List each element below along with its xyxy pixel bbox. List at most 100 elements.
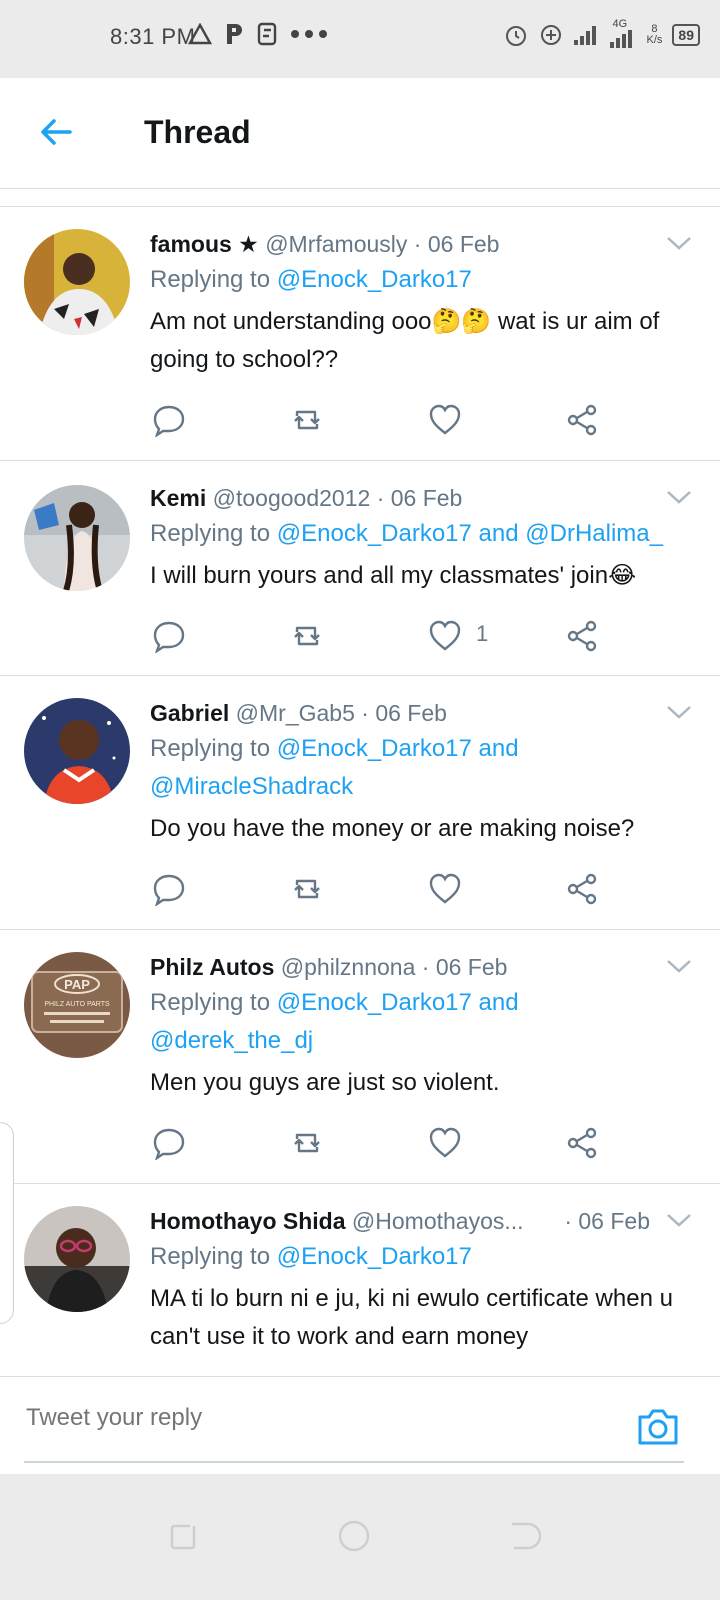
retweet-icon[interactable] xyxy=(290,1126,324,1160)
replying-to: Replying to @Enock_Darko17 xyxy=(150,266,472,293)
chevron-down-icon[interactable] xyxy=(666,489,692,505)
reply-composer xyxy=(0,1376,720,1475)
reply-icon[interactable] xyxy=(152,872,186,906)
tweet-header: Kemi @toogood2012 · 06 Feb xyxy=(150,481,690,515)
tweet-content: Philz Autos @philznnona · 06 Feb Replyin… xyxy=(150,950,690,1102)
retweet-icon[interactable] xyxy=(290,872,324,906)
like-icon[interactable] xyxy=(428,619,462,653)
user-name[interactable]: Gabriel xyxy=(150,700,229,726)
user-name[interactable]: famous ★ xyxy=(150,231,259,257)
replying-to: Replying to @Enock_Darko17 xyxy=(150,1243,472,1270)
tweet-content: famous ★ @Mrfamously · 06 Feb Replying t… xyxy=(150,227,690,379)
nav-recents-icon[interactable] xyxy=(166,1518,202,1554)
mention-link[interactable]: @Enock_Darko17 and xyxy=(277,735,519,762)
tweet-header: Homothayo Shida @Homothayos... · 06 Feb xyxy=(150,1204,690,1238)
status-bar: 8:31 PM 4G 8 K/s 89 xyxy=(0,0,720,78)
like-count: 1 xyxy=(476,621,489,646)
like-icon[interactable] xyxy=(428,1126,462,1160)
reply-input[interactable] xyxy=(24,1403,588,1433)
tweet-item[interactable]: Gabriel @Mr_Gab5 · 06 Feb Replying to @E… xyxy=(0,676,720,930)
tweet-date: · 06 Feb xyxy=(361,700,447,726)
app-notification-icon xyxy=(257,22,277,46)
chevron-down-icon[interactable] xyxy=(666,704,692,720)
tweet-content: Homothayo Shida @Homothayos... · 06 Feb … xyxy=(150,1204,690,1356)
chevron-down-icon[interactable] xyxy=(666,958,692,974)
tweet-content: Gabriel @Mr_Gab5 · 06 Feb Replying to @E… xyxy=(150,696,690,848)
tweet-item[interactable]: PAP PHILZ AUTO PARTS Philz Autos @philzn… xyxy=(0,930,720,1184)
user-handle[interactable]: @philznnona xyxy=(281,954,416,980)
user-handle[interactable]: @Mrfamously xyxy=(265,231,407,257)
notification-icons xyxy=(188,22,330,46)
warning-triangle-icon xyxy=(188,23,212,45)
edge-panel-handle[interactable] xyxy=(0,1122,14,1324)
tweet-actions xyxy=(0,872,720,906)
mention-link[interactable]: @Enock_Darko17 xyxy=(277,1243,472,1270)
share-icon[interactable] xyxy=(566,619,600,653)
chevron-down-icon[interactable] xyxy=(666,235,692,251)
avatar[interactable]: PAP PHILZ AUTO PARTS xyxy=(24,952,130,1058)
share-icon[interactable] xyxy=(566,403,600,437)
tweet-header: Gabriel @Mr_Gab5 · 06 Feb xyxy=(150,696,690,730)
user-name[interactable]: Kemi xyxy=(150,485,206,511)
replying-to: Replying to @Enock_Darko17 and @MiracleS… xyxy=(150,735,519,800)
tweet-date: · 06 Feb xyxy=(376,485,463,511)
tweet-item[interactable]: famous ★ @Mrfamously · 06 Feb Replying t… xyxy=(0,207,720,461)
philz-autos-logo: PAP PHILZ AUTO PARTS xyxy=(24,952,130,1058)
like-icon[interactable] xyxy=(428,872,462,906)
user-handle[interactable]: @Mr_Gab5 xyxy=(236,700,355,726)
tweet-actions xyxy=(0,1126,720,1160)
status-time: 8:31 PM xyxy=(110,24,196,49)
tweet-text: Do you have the money or are making nois… xyxy=(150,815,635,842)
page-title: Thread xyxy=(144,114,251,150)
more-dots-icon xyxy=(291,30,327,38)
reply-icon[interactable] xyxy=(152,619,186,653)
mention-link[interactable]: @Enock_Darko17 and xyxy=(277,989,519,1016)
tweet-date: · 06 Feb xyxy=(421,954,508,980)
back-arrow-icon[interactable] xyxy=(36,112,76,152)
nav-home-icon[interactable] xyxy=(336,1518,372,1554)
signal-4g-icon: 4G xyxy=(609,18,637,48)
svg-text:PAP: PAP xyxy=(64,977,90,992)
p-app-icon xyxy=(227,24,242,44)
avatar[interactable] xyxy=(24,229,130,335)
battery-icon: 89 xyxy=(672,24,700,46)
tweet-item[interactable]: Kemi @toogood2012 · 06 Feb Replying to @… xyxy=(0,461,720,676)
tweet-text: I will burn yours and all my classmates'… xyxy=(150,562,637,589)
tweet-content: Kemi @toogood2012 · 06 Feb Replying to @… xyxy=(150,481,690,595)
mention-link[interactable]: @MiracleShadrack xyxy=(150,773,353,800)
user-name[interactable]: Philz Autos xyxy=(150,954,274,980)
system-nav-bar xyxy=(0,1474,720,1600)
tweet-text: MA ti lo burn ni e ju, ki ni ewulo certi… xyxy=(150,1285,673,1350)
like-icon[interactable] xyxy=(428,403,462,437)
retweet-icon[interactable] xyxy=(290,403,324,437)
reply-list: famous ★ @Mrfamously · 06 Feb Replying t… xyxy=(0,206,720,1380)
user-handle[interactable]: @Homothayos... xyxy=(352,1208,524,1234)
mention-link[interactable]: @derek_the_dj xyxy=(150,1027,313,1054)
tweet-text: Am not understanding ooo🤔🤔 wat is ur aim… xyxy=(150,308,660,373)
share-icon[interactable] xyxy=(566,872,600,906)
alarm-icon xyxy=(505,26,526,46)
data-saver-icon xyxy=(540,25,561,45)
avatar[interactable] xyxy=(24,485,130,591)
tweet-header: famous ★ @Mrfamously · 06 Feb xyxy=(150,227,690,261)
retweet-icon[interactable] xyxy=(290,619,324,653)
replying-to: Replying to @Enock_Darko17 and @derek_th… xyxy=(150,989,519,1054)
user-handle[interactable]: @toogood2012 xyxy=(213,485,371,511)
tweet-date: · 06 Feb xyxy=(564,1208,650,1234)
avatar[interactable] xyxy=(24,698,130,804)
chevron-down-icon[interactable] xyxy=(666,1212,692,1228)
reply-icon[interactable] xyxy=(152,1126,186,1160)
thread-header: Thread xyxy=(0,78,720,189)
tweet-date: · 06 Feb xyxy=(413,231,500,257)
mention-link[interactable]: @Enock_Darko17 xyxy=(277,266,472,293)
reply-icon[interactable] xyxy=(152,403,186,437)
camera-icon[interactable] xyxy=(636,1407,680,1447)
tweet-item[interactable]: Homothayo Shida @Homothayos... · 06 Feb … xyxy=(0,1184,720,1380)
input-underline xyxy=(24,1461,684,1463)
nav-back-icon[interactable] xyxy=(506,1518,542,1554)
share-icon[interactable] xyxy=(566,1126,600,1160)
svg-text:PHILZ AUTO PARTS: PHILZ AUTO PARTS xyxy=(44,1001,110,1008)
user-name[interactable]: Homothayo Shida xyxy=(150,1208,346,1234)
avatar[interactable] xyxy=(24,1206,130,1312)
mention-link[interactable]: @Enock_Darko17 and @DrHalima_ xyxy=(277,520,663,547)
